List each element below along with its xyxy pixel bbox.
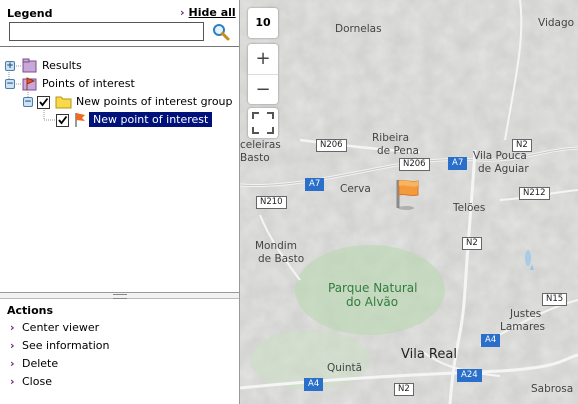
map-viewer[interactable]: Dornelas Vidago Ribeira de Pena Vila Pou…: [240, 0, 578, 404]
chevron-right-icon: ›: [10, 321, 15, 334]
fullscreen-button[interactable]: [248, 108, 278, 138]
place-label: Quintã: [327, 362, 363, 374]
zoom-in-button[interactable]: +: [248, 44, 278, 73]
place-label: de Basto: [258, 253, 305, 265]
road-shield: N206: [399, 158, 430, 171]
park-label: Parque Natural: [328, 281, 418, 295]
park-label: do Alvão: [346, 295, 399, 309]
place-label: Vidago: [538, 17, 575, 29]
place-label: Sabrosa: [531, 383, 574, 395]
legend-search-input[interactable]: [9, 22, 204, 41]
flag-icon: [75, 113, 85, 127]
road-shield: N210: [256, 196, 287, 209]
zoom-out-button[interactable]: −: [248, 74, 278, 104]
motorway-shield: A24: [457, 369, 482, 382]
place-label: celeiras: [240, 139, 281, 151]
flag-icon: [396, 179, 419, 210]
poi-flag-marker[interactable]: [392, 177, 424, 214]
actions-title: Actions: [7, 304, 53, 317]
left-panel: Legend › Hide all + Results − Points of …: [0, 0, 240, 404]
motorway-shield: A4: [481, 334, 501, 347]
road-shield: N2: [512, 139, 532, 152]
place-label: Cerva: [340, 183, 371, 195]
place-label: de Pena: [377, 145, 419, 157]
road-shield: N206: [316, 139, 347, 152]
hide-all-link[interactable]: › Hide all: [180, 6, 236, 19]
road-shield: N15: [542, 293, 568, 306]
hide-all-label: Hide all: [188, 6, 236, 19]
action-delete[interactable]: › Delete: [10, 356, 58, 372]
zoom-level-indicator: 10: [248, 8, 278, 38]
expand-icon[interactable]: +: [5, 61, 15, 71]
place-label: Basto: [240, 152, 270, 164]
action-label: Delete: [22, 357, 59, 370]
city-label: Vila Real: [401, 347, 457, 362]
place-label: Lamares: [500, 321, 545, 333]
poi-layer-icon: [22, 77, 37, 91]
legend-divider: [0, 46, 239, 47]
action-close[interactable]: › Close: [10, 374, 52, 390]
results-folder-icon: [22, 58, 37, 73]
legend-tree: + Results − Points of interest − New poi…: [0, 50, 239, 290]
tree-node-label: Results: [42, 59, 82, 72]
search-icon[interactable]: [211, 22, 231, 42]
place-label: Justes: [510, 308, 542, 320]
place-label: Mondim: [255, 240, 297, 252]
road-shield: N2: [394, 383, 414, 396]
motorway-shield: A4: [304, 378, 324, 391]
point-visibility-checkbox[interactable]: [56, 114, 69, 127]
road-shield: N2: [462, 237, 482, 250]
place-label: de Aguiar: [478, 163, 529, 175]
chevron-right-icon: ›: [180, 6, 185, 19]
tree-node-label: New points of interest group: [76, 95, 233, 108]
road-shield: N212: [519, 187, 550, 200]
place-label: Telões: [453, 202, 486, 214]
legend-header: Legend › Hide all: [0, 0, 239, 22]
group-visibility-checkbox[interactable]: [37, 96, 50, 109]
action-label: See information: [22, 339, 110, 352]
collapse-icon[interactable]: −: [5, 79, 15, 89]
legend-title: Legend: [7, 7, 53, 20]
tree-node-label: Points of interest: [42, 77, 135, 90]
action-label: Close: [22, 375, 52, 388]
chevron-right-icon: ›: [10, 357, 15, 370]
action-label: Center viewer: [22, 321, 100, 334]
motorway-shield: A7: [305, 178, 325, 191]
motorway-shield: A7: [448, 157, 468, 170]
panel-splitter[interactable]: [0, 292, 239, 299]
tree-node-label-selected: New point of interest: [89, 112, 213, 127]
place-label: Dornelas: [335, 23, 382, 35]
splitter-grip[interactable]: [113, 294, 127, 299]
chevron-right-icon: ›: [10, 339, 15, 352]
chevron-right-icon: ›: [10, 375, 15, 388]
folder-icon: [55, 96, 72, 109]
action-center-viewer[interactable]: › Center viewer: [10, 320, 99, 336]
place-label: Ribeira: [372, 132, 410, 144]
zoom-control: + −: [248, 44, 278, 104]
collapse-icon[interactable]: −: [23, 97, 33, 107]
action-see-information[interactable]: › See information: [10, 338, 110, 354]
fullscreen-icon: [252, 112, 274, 134]
